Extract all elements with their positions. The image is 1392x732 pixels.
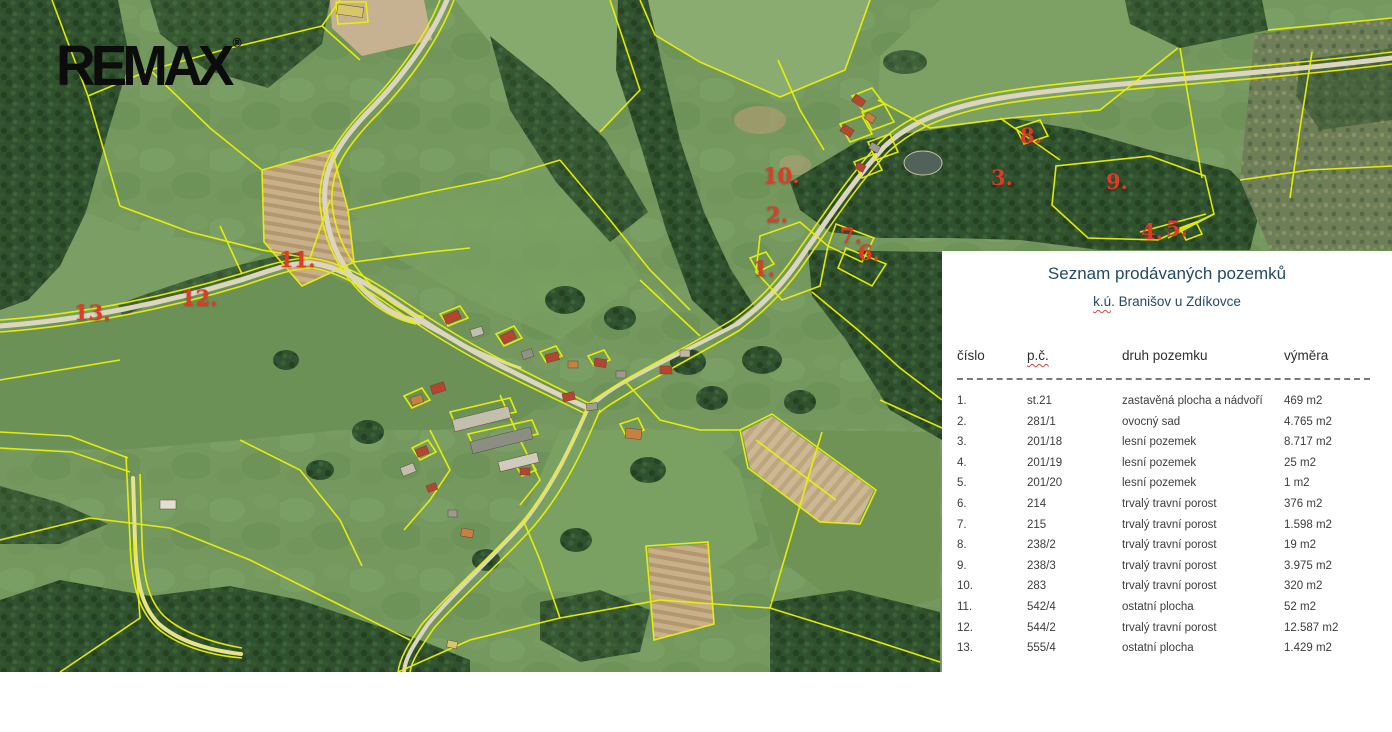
row-land-type: lesní pozemek <box>1122 453 1284 474</box>
row-area: 469 m2 <box>1284 391 1392 412</box>
row-parcel: 214 <box>1027 494 1122 515</box>
registered-trademark-icon: ® <box>233 35 242 50</box>
row-land-type: zastavěná plocha a nádvoří <box>1122 391 1284 412</box>
row-parcel: 201/19 <box>1027 453 1122 474</box>
row-area: 3.975 m2 <box>1284 556 1392 577</box>
row-number: 5. <box>957 473 1027 494</box>
row-land-type: trvalý travní porost <box>1122 576 1284 597</box>
row-number: 7. <box>957 515 1027 536</box>
row-parcel: 238/3 <box>1027 556 1122 577</box>
row-land-type: ovocný sad <box>1122 412 1284 433</box>
remax-logo: REMAX® <box>56 36 242 95</box>
parcel-table: 1. st.21 zastavěná plocha a nádvoří 469 … <box>942 391 1392 659</box>
row-parcel: 281/1 <box>1027 412 1122 433</box>
row-area: 320 m2 <box>1284 576 1392 597</box>
map-parcel-label-3: 3. <box>991 167 1013 188</box>
table-row: 13. 555/4 ostatní plocha 1.429 m2 <box>942 638 1392 659</box>
row-area: 52 m2 <box>1284 597 1392 618</box>
header-parcel: p.č. <box>1027 348 1122 363</box>
row-parcel: 238/2 <box>1027 535 1122 556</box>
map-parcel-label-5: 5. <box>1166 218 1188 239</box>
row-parcel: 555/4 <box>1027 638 1122 659</box>
row-land-type: trvalý travní porost <box>1122 515 1284 536</box>
row-land-type: ostatní plocha <box>1122 638 1284 659</box>
row-area: 1 m2 <box>1284 473 1392 494</box>
row-area: 376 m2 <box>1284 494 1392 515</box>
map-parcel-label-9: 9. <box>1106 171 1128 192</box>
row-area: 19 m2 <box>1284 535 1392 556</box>
table-header-row: číslo p.č. druh pozemku výměra <box>942 348 1392 363</box>
header-number: číslo <box>957 348 1027 363</box>
map-parcel-label-4: 4. <box>1141 221 1163 242</box>
table-row: 4. 201/19 lesní pozemek 25 m2 <box>942 453 1392 474</box>
row-parcel: 544/2 <box>1027 618 1122 639</box>
row-number: 12. <box>957 618 1027 639</box>
row-land-type: trvalý travní porost <box>1122 556 1284 577</box>
subtitle-abbreviation: k.ú <box>1093 294 1111 309</box>
table-row: 1. st.21 zastavěná plocha a nádvoří 469 … <box>942 391 1392 412</box>
row-land-type: ostatní plocha <box>1122 597 1284 618</box>
row-land-type: lesní pozemek <box>1122 432 1284 453</box>
header-land-type: druh pozemku <box>1122 348 1284 363</box>
table-row: 9. 238/3 trvalý travní porost 3.975 m2 <box>942 556 1392 577</box>
row-number: 11. <box>957 597 1027 618</box>
table-row: 2. 281/1 ovocný sad 4.765 m2 <box>942 412 1392 433</box>
map-parcel-label-8: 8. <box>1020 125 1042 146</box>
table-row: 6. 214 trvalý travní porost 376 m2 <box>942 494 1392 515</box>
parcel-list-panel: Seznam prodávaných pozemků k.ú. Branišov… <box>942 251 1392 732</box>
table-row: 10. 283 trvalý travní porost 320 m2 <box>942 576 1392 597</box>
row-area: 1.598 m2 <box>1284 515 1392 536</box>
row-area: 8.717 m2 <box>1284 432 1392 453</box>
row-number: 13. <box>957 638 1027 659</box>
row-land-type: trvalý travní porost <box>1122 618 1284 639</box>
map-parcel-label-11: 11. <box>279 249 316 270</box>
row-number: 2. <box>957 412 1027 433</box>
row-number: 9. <box>957 556 1027 577</box>
row-land-type: trvalý travní porost <box>1122 535 1284 556</box>
table-row: 7. 215 trvalý travní porost 1.598 m2 <box>942 515 1392 536</box>
row-parcel: 542/4 <box>1027 597 1122 618</box>
panel-title: Seznam prodávaných pozemků <box>952 264 1382 284</box>
table-row: 12. 544/2 trvalý travní porost 12.587 m2 <box>942 618 1392 639</box>
row-parcel: st.21 <box>1027 391 1122 412</box>
subtitle-location: . Branišov u Zdíkovce <box>1111 294 1241 309</box>
table-row: 5. 201/20 lesní pozemek 1 m2 <box>942 473 1392 494</box>
map-parcel-label-12: 12. <box>181 287 218 308</box>
row-parcel: 201/18 <box>1027 432 1122 453</box>
row-number: 3. <box>957 432 1027 453</box>
row-number: 6. <box>957 494 1027 515</box>
map-parcel-label-13: 13. <box>74 302 111 323</box>
row-parcel: 215 <box>1027 515 1122 536</box>
table-row: 8. 238/2 trvalý travní porost 19 m2 <box>942 535 1392 556</box>
map-parcel-label-2: 2. <box>766 204 788 225</box>
row-parcel: 283 <box>1027 576 1122 597</box>
map-parcel-label-7: 7. <box>840 225 862 246</box>
pond <box>904 151 942 175</box>
row-area: 12.587 m2 <box>1284 618 1392 639</box>
header-area: výměra <box>1284 348 1392 363</box>
map-parcel-label-1: 1. <box>753 258 775 279</box>
row-parcel: 201/20 <box>1027 473 1122 494</box>
remax-logo-text: REMAX <box>56 34 230 98</box>
row-number: 10. <box>957 576 1027 597</box>
dashed-divider <box>957 378 1370 380</box>
table-row: 3. 201/18 lesní pozemek 8.717 m2 <box>942 432 1392 453</box>
row-number: 1. <box>957 391 1027 412</box>
row-number: 8. <box>957 535 1027 556</box>
row-area: 25 m2 <box>1284 453 1392 474</box>
row-land-type: trvalý travní porost <box>1122 494 1284 515</box>
row-area: 1.429 m2 <box>1284 638 1392 659</box>
panel-subtitle: k.ú. Branišov u Zdíkovce <box>952 294 1382 309</box>
row-number: 4. <box>957 453 1027 474</box>
row-land-type: lesní pozemek <box>1122 473 1284 494</box>
map-parcel-label-10: 10. <box>763 165 800 186</box>
row-area: 4.765 m2 <box>1284 412 1392 433</box>
table-row: 11. 542/4 ostatní plocha 52 m2 <box>942 597 1392 618</box>
